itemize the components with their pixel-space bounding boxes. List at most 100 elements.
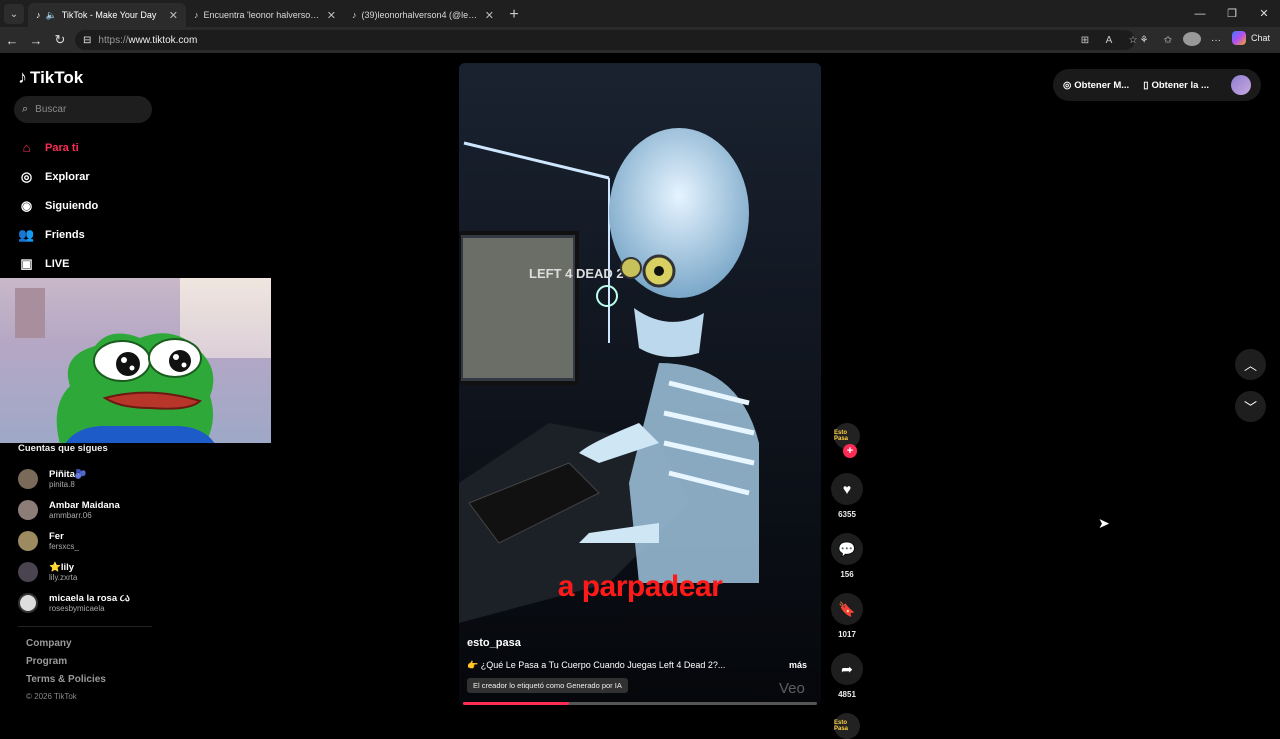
top-right-actions: ◎ Obtener M... ▯ Obtener la ...	[1053, 69, 1261, 101]
browser-tab-profile[interactable]: ♪ (39)leonorhalverson4 (@leonorhalverson…	[344, 3, 502, 27]
account-name: ⭐lily	[49, 561, 75, 573]
profile-avatar[interactable]	[1231, 75, 1251, 95]
footer-link-company[interactable]: Company	[26, 638, 106, 656]
speaker-icon[interactable]: 🔈	[46, 10, 57, 21]
tab-title: (39)leonorhalverson4 (@leonorhalverson4)	[361, 10, 480, 20]
avatar	[18, 592, 38, 613]
tiktok-logo[interactable]: ♪ TikTok	[18, 67, 83, 88]
chevron-down-icon: ﹀	[1243, 400, 1257, 415]
list-item[interactable]: Piñita🫐 pinita.8	[18, 463, 130, 494]
back-icon[interactable]: ←	[0, 28, 24, 52]
list-item[interactable]: micaela la rosa ૮ა rosesbymicaela	[18, 587, 130, 618]
list-item[interactable]: Fer fersxcs_	[18, 525, 130, 556]
account-name: Piñita🫐	[49, 468, 87, 480]
heart-icon[interactable]: ♥	[831, 473, 863, 505]
music-disc-text: Esto Pasa	[834, 720, 849, 732]
minimize-icon[interactable]: —	[1184, 0, 1216, 27]
sidebar-nav: ⌂ Para ti ◎ Explorar ◉ Siguiendo 👥 Frien…	[18, 133, 98, 278]
mouse-cursor-icon: ➤	[1098, 515, 1110, 531]
like-action: ♥ 6355	[830, 473, 864, 519]
sidebar-item-live[interactable]: ▣ LIVE	[18, 249, 98, 278]
close-tab-icon[interactable]: ✕	[169, 9, 178, 22]
copilot-icon	[1231, 31, 1246, 45]
previous-video-button[interactable]: ︿	[1235, 349, 1266, 380]
follow-plus-icon[interactable]: +	[843, 444, 857, 458]
more-menu-icon[interactable]: ···	[1207, 35, 1225, 46]
account-handle: ammbarr.06	[49, 510, 92, 520]
save-action: 🔖 1017	[830, 593, 864, 639]
list-item[interactable]: Ambar Maidana ammbarr.06	[18, 494, 130, 525]
coin-icon: ◎	[1063, 79, 1072, 91]
tab-title: TikTok - Make Your Day	[61, 10, 157, 20]
next-video-button[interactable]: ﹀	[1235, 391, 1266, 422]
reload-icon[interactable]: ↻	[48, 28, 72, 52]
avatar	[18, 561, 38, 582]
sidebar-item-label: Para ti	[45, 141, 79, 154]
copilot-chat-button[interactable]: Chat	[1231, 31, 1270, 45]
url-field[interactable]: ⊟ https://www.tiktok.com	[75, 30, 1135, 50]
avatar	[18, 499, 38, 520]
share-icon[interactable]: ➦	[831, 653, 863, 685]
following-list: Piñita🫐 pinita.8 Ambar Maidana ammbarr.06 …	[18, 463, 130, 618]
video-progress-bar[interactable]	[463, 702, 817, 705]
avatar	[18, 530, 38, 551]
account-handle: lily.zxrta	[49, 572, 78, 582]
sidebar-item-para-ti[interactable]: ⌂ Para ti	[18, 133, 98, 162]
close-tab-icon[interactable]: ✕	[485, 9, 494, 22]
account-name: micaela la rosa ૮ა	[49, 592, 130, 604]
sidebar-item-explorar[interactable]: ◎ Explorar	[18, 162, 98, 191]
creator-avatar[interactable]: Esto Pasa +	[834, 423, 860, 458]
tab-title: Encuentra 'leonor halverson' en TikTok	[203, 10, 322, 20]
live-icon: ▣	[20, 255, 33, 271]
new-tab-button[interactable]: +	[502, 3, 526, 27]
phone-icon: ▯	[1143, 79, 1149, 91]
extensions-icon[interactable]: ⚘	[1135, 35, 1153, 46]
account-handle: rosesbymicaela	[49, 603, 105, 613]
tab-list-button[interactable]: ⌄	[4, 4, 24, 24]
tiktok-favicon-icon: ♪	[36, 10, 41, 20]
video-frame: LEFT 4 DEAD 2	[459, 63, 821, 705]
footer-link-program[interactable]: Program	[26, 656, 106, 674]
browser-tab-tiktok[interactable]: ♪ 🔈 TikTok - Make Your Day ✕	[28, 3, 186, 27]
logo-text: TikTok	[30, 67, 84, 87]
video-actions: Esto Pasa + ♥ 6355 💬 156 🔖 1017 ➦ 4851 E…	[830, 423, 864, 739]
comment-icon[interactable]: 💬	[831, 533, 863, 565]
sidebar-footer: Company Program Terms & Policies © 2026 …	[26, 638, 106, 710]
close-tab-icon[interactable]: ✕	[327, 9, 336, 22]
sidebar-item-label: Explorar	[45, 170, 90, 183]
account-handle: fersxcs_	[49, 541, 79, 551]
tiktok-favicon-icon: ♪	[352, 10, 357, 20]
chevron-up-icon: ︿	[1243, 358, 1257, 373]
get-app-button[interactable]: ▯ Obtener la ...	[1143, 80, 1209, 91]
video-caption-overlay: a parpadear	[557, 570, 723, 603]
profile-icon[interactable]	[1183, 31, 1201, 49]
comment-action: 💬 156	[830, 533, 864, 579]
search-input[interactable]: ⌕ Buscar	[14, 96, 152, 123]
forward-icon[interactable]: →	[24, 28, 48, 52]
bookmark-icon[interactable]: 🔖	[831, 593, 863, 625]
restore-icon[interactable]: ❐	[1216, 0, 1248, 27]
sidebar-item-siguiendo[interactable]: ◉ Siguiendo	[18, 191, 98, 220]
get-coins-button[interactable]: ◎ Obtener M...	[1063, 80, 1129, 91]
video-author[interactable]: esto_pasa	[467, 637, 521, 649]
app-install-icon[interactable]: ⊞	[1075, 35, 1095, 46]
get-app-label: Obtener la ...	[1151, 79, 1209, 91]
footer-link-terms[interactable]: Terms & Policies	[26, 674, 106, 692]
close-window-icon[interactable]: ✕	[1248, 0, 1280, 27]
sidebar-item-label: Friends	[45, 228, 85, 241]
browser-tab-search[interactable]: ♪ Encuentra 'leonor halverson' en TikTok…	[186, 3, 344, 27]
veo-watermark: Veo	[779, 680, 805, 697]
site-info-icon[interactable]: ⊟	[83, 35, 91, 46]
list-item[interactable]: ⭐lily lily.zxrta	[18, 556, 130, 587]
sidebar-item-label: LIVE	[45, 257, 70, 270]
sidebar-item-friends[interactable]: 👥 Friends	[18, 220, 98, 249]
share-count: 4851	[838, 690, 856, 699]
get-coins-label: Obtener M...	[1074, 79, 1130, 91]
favorites-icon[interactable]: ✩	[1159, 35, 1177, 46]
music-disc[interactable]: Esto Pasa	[834, 713, 860, 739]
creator-avatar-text: Esto Pasa	[834, 430, 849, 442]
more-button[interactable]: más	[789, 660, 807, 670]
translate-icon[interactable]: A	[1099, 35, 1119, 46]
frog-avatar	[56, 333, 215, 443]
video-player[interactable]: LEFT 4 DEAD 2 a parpadear esto_pasa 👉 ¿Q…	[459, 63, 821, 705]
